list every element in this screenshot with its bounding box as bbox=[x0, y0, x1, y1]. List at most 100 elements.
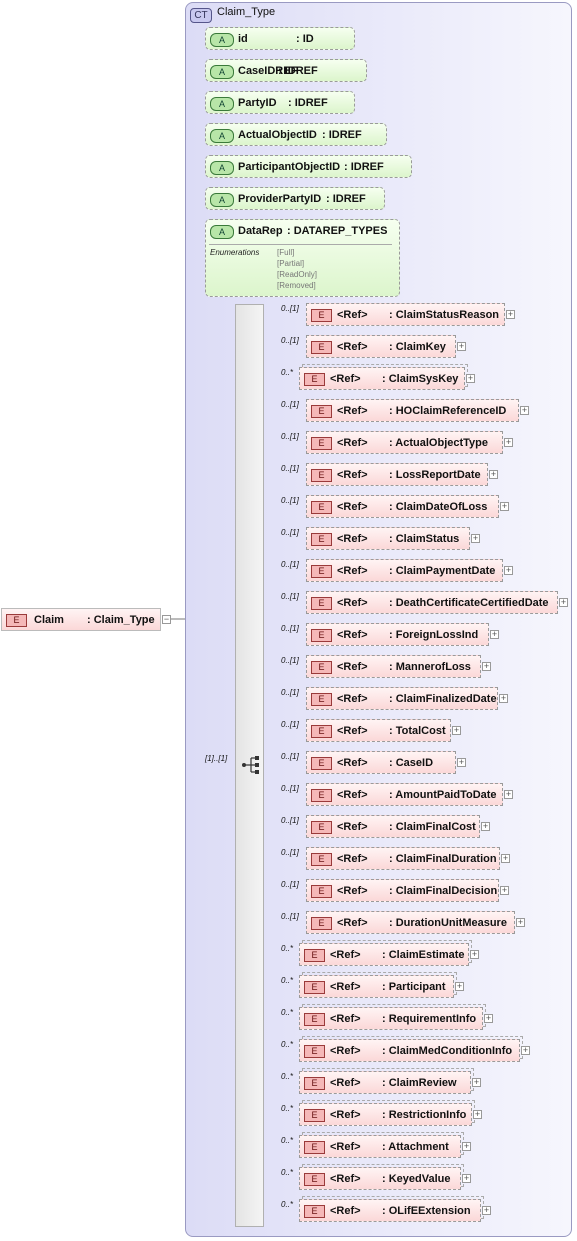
element-badge: E bbox=[311, 501, 332, 514]
expand-toggle[interactable]: + bbox=[506, 310, 515, 319]
expand-toggle[interactable]: + bbox=[462, 1142, 471, 1151]
expand-toggle[interactable]: + bbox=[470, 950, 479, 959]
sequence-icon bbox=[242, 756, 259, 774]
element-ref-claimestimate[interactable]: E <Ref>: ClaimEstimate bbox=[299, 943, 469, 966]
expand-toggle[interactable]: + bbox=[473, 1110, 482, 1119]
element-ref-claimdateofloss[interactable]: E <Ref>: ClaimDateOfLoss bbox=[306, 495, 499, 518]
element-ref-label: <Ref> bbox=[337, 597, 368, 609]
element-badge: E bbox=[304, 949, 325, 962]
element-type: : AmountPaidToDate bbox=[389, 789, 497, 801]
element-ref-amountpaidtodate[interactable]: E <Ref>: AmountPaidToDate bbox=[306, 783, 503, 806]
schema-diagram: CT Claim_Type Aid: ID A CaseIDREF: IDREF A P… bbox=[0, 0, 577, 1241]
expand-toggle[interactable]: + bbox=[499, 694, 508, 703]
element-cardinality: 0..[1] bbox=[281, 784, 299, 793]
expand-toggle[interactable]: + bbox=[462, 1174, 471, 1183]
element-ref-claimkey[interactable]: E <Ref>: ClaimKey bbox=[306, 335, 456, 358]
element-ref-hoclaimreferenceid[interactable]: E <Ref>: HOClaimReferenceID bbox=[306, 399, 519, 422]
element-type: : Attachment bbox=[382, 1141, 449, 1153]
expand-toggle[interactable]: + bbox=[489, 470, 498, 479]
element-ref-lossreportdate[interactable]: E <Ref>: LossReportDate bbox=[306, 463, 488, 486]
element-ref-label: <Ref> bbox=[337, 885, 368, 897]
element-cardinality: 0..[1] bbox=[281, 464, 299, 473]
element-type: : DurationUnitMeasure bbox=[389, 917, 507, 929]
element-ref-claimfinaldecision[interactable]: E <Ref>: ClaimFinalDecision bbox=[306, 879, 499, 902]
element-ref-participant[interactable]: E <Ref>: Participant bbox=[299, 975, 454, 998]
element-ref-claimsyskey[interactable]: E <Ref>: ClaimSysKey bbox=[299, 367, 465, 390]
element-ref-label: <Ref> bbox=[337, 917, 368, 929]
expand-toggle[interactable]: + bbox=[481, 822, 490, 831]
element-ref-claimpaymentdate[interactable]: E <Ref>: ClaimPaymentDate bbox=[306, 559, 503, 582]
expand-toggle[interactable]: + bbox=[482, 1206, 491, 1215]
expand-toggle[interactable]: + bbox=[457, 342, 466, 351]
element-ref-claimfinalcost[interactable]: E <Ref>: ClaimFinalCost bbox=[306, 815, 480, 838]
element-cardinality: 0..[1] bbox=[281, 720, 299, 729]
element-ref-label: <Ref> bbox=[330, 1109, 361, 1121]
element-ref-keyedvalue[interactable]: E <Ref>: KeyedValue bbox=[299, 1167, 461, 1190]
element-cardinality: 0..* bbox=[281, 1072, 294, 1081]
expand-toggle[interactable]: + bbox=[471, 534, 480, 543]
element-ref-foreignlossind[interactable]: E <Ref>: ForeignLossInd bbox=[306, 623, 489, 646]
element-type: : RequirementInfo bbox=[382, 1013, 477, 1025]
expand-toggle[interactable]: + bbox=[520, 406, 529, 415]
expand-toggle[interactable]: + bbox=[455, 982, 464, 991]
attribute-partyid[interactable]: A PartyID: IDREF bbox=[205, 91, 355, 114]
attribute-type: : IDREF bbox=[278, 65, 318, 77]
expand-toggle[interactable]: + bbox=[472, 1078, 481, 1087]
collapse-toggle[interactable]: − bbox=[162, 615, 171, 624]
element-ref-claimstatusreason[interactable]: E <Ref>: ClaimStatusReason bbox=[306, 303, 505, 326]
element-badge: E bbox=[304, 1013, 325, 1026]
attribute-name: ProviderPartyID bbox=[238, 193, 322, 205]
expand-toggle[interactable]: + bbox=[504, 566, 513, 575]
element-badge: E bbox=[311, 757, 332, 770]
element-type: : ClaimFinalDecision bbox=[389, 885, 498, 897]
expand-toggle[interactable]: + bbox=[559, 598, 568, 607]
expand-toggle[interactable]: + bbox=[490, 630, 499, 639]
element-ref-label: <Ref> bbox=[330, 1077, 361, 1089]
expand-toggle[interactable]: + bbox=[521, 1046, 530, 1055]
expand-toggle[interactable]: + bbox=[504, 438, 513, 447]
element-ref-totalcost[interactable]: E <Ref>: TotalCost bbox=[306, 719, 451, 742]
element-ref-durationunitmeasure[interactable]: E <Ref> : DurationUnitMeasure bbox=[306, 911, 515, 934]
expand-toggle[interactable]: + bbox=[500, 502, 509, 511]
expand-toggle[interactable]: + bbox=[482, 662, 491, 671]
expand-toggle[interactable]: + bbox=[466, 374, 475, 383]
attribute-type: : ID bbox=[296, 33, 314, 45]
element-ref-claimstatus[interactable]: E <Ref>: ClaimStatus bbox=[306, 527, 470, 550]
element-badge: E bbox=[311, 309, 332, 322]
element-ref-label: <Ref> bbox=[330, 1013, 361, 1025]
element-type: : ClaimStatusReason bbox=[389, 309, 500, 321]
element-ref-attachment[interactable]: E <Ref>: Attachment bbox=[299, 1135, 461, 1158]
expand-toggle[interactable]: + bbox=[501, 854, 510, 863]
element-ref-mannerofloss[interactable]: E <Ref>: MannerofLoss bbox=[306, 655, 481, 678]
element-ref-claimfinalizeddate[interactable]: E <Ref>: ClaimFinalizedDate bbox=[306, 687, 498, 710]
root-element-claim[interactable]: E Claim : Claim_Type bbox=[1, 608, 161, 631]
attribute-actualobjectid[interactable]: A ActualObjectID: IDREF bbox=[205, 123, 387, 146]
element-type: : ClaimDateOfLoss bbox=[389, 501, 488, 513]
element-badge: E bbox=[311, 533, 332, 546]
element-ref-claimmedconditioninfo[interactable]: E <Ref>: ClaimMedConditionInfo bbox=[299, 1039, 520, 1062]
expand-toggle[interactable]: + bbox=[516, 918, 525, 927]
element-type: : ClaimStatus bbox=[389, 533, 460, 545]
attribute-caseidref[interactable]: A CaseIDREF: IDREF bbox=[205, 59, 367, 82]
element-ref-restrictioninfo[interactable]: E <Ref>: RestrictionInfo bbox=[299, 1103, 472, 1126]
element-ref-requirementinfo[interactable]: E <Ref> : RequirementInfo bbox=[299, 1007, 483, 1030]
attribute-id[interactable]: Aid: ID bbox=[205, 27, 355, 50]
element-ref-claimfinalduration[interactable]: E <Ref>: ClaimFinalDuration bbox=[306, 847, 500, 870]
expand-toggle[interactable]: + bbox=[484, 1014, 493, 1023]
element-cardinality: 0..[1] bbox=[281, 624, 299, 633]
element-ref-deathcertificatecertifieddate[interactable]: E <Ref>: DeathCertificateCertifiedDate bbox=[306, 591, 558, 614]
attribute-providerpartyid[interactable]: A ProviderPartyID: IDREF bbox=[205, 187, 385, 210]
attribute-name: PartyID bbox=[238, 97, 277, 109]
element-ref-olifeextension[interactable]: E <Ref>: OLifEExtension bbox=[299, 1199, 481, 1222]
expand-toggle[interactable]: + bbox=[500, 886, 509, 895]
attribute-participantobjectid[interactable]: A ParticipantObjectID: IDREF bbox=[205, 155, 412, 178]
expand-toggle[interactable]: + bbox=[504, 790, 513, 799]
element-ref-actualobjecttype[interactable]: E <Ref>: ActualObjectType bbox=[306, 431, 503, 454]
expand-toggle[interactable]: + bbox=[452, 726, 461, 735]
element-type: : Participant bbox=[382, 981, 446, 993]
expand-toggle[interactable]: + bbox=[457, 758, 466, 767]
element-badge: E bbox=[311, 917, 332, 930]
element-badge: E bbox=[311, 597, 332, 610]
element-ref-claimreview[interactable]: E <Ref>: ClaimReview bbox=[299, 1071, 471, 1094]
element-ref-caseid[interactable]: E <Ref>: CaseID bbox=[306, 751, 456, 774]
